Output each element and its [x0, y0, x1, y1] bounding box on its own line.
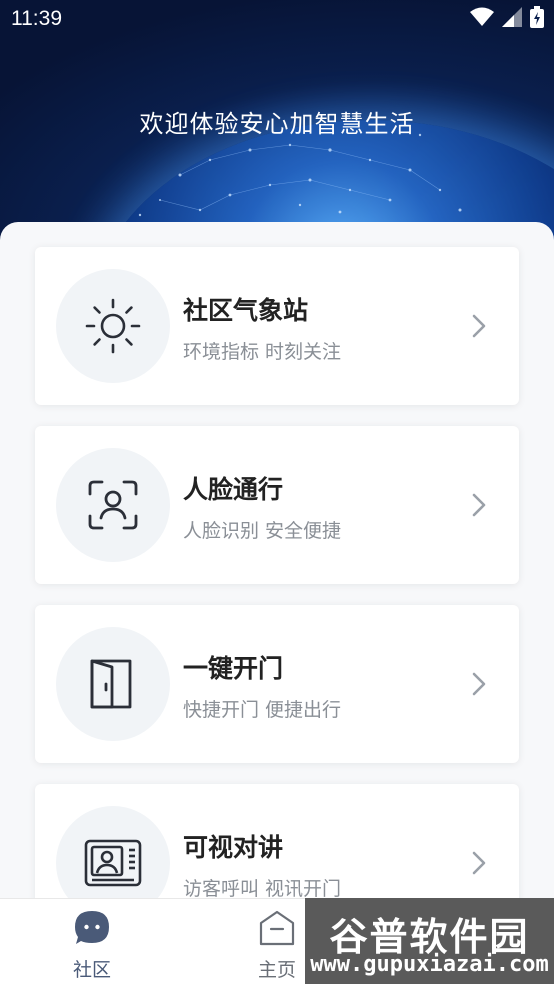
chevron-right-icon: [472, 314, 486, 338]
battery-icon: [530, 6, 544, 28]
chevron-right-icon: [472, 851, 486, 875]
chat-bubble-icon: [75, 911, 109, 944]
tab-community[interactable]: 社区: [52, 909, 132, 982]
status-bar: 11:39: [0, 0, 554, 38]
welcome-text: 欢迎体验安心加智慧生活: [139, 110, 415, 138]
card-one-key-open[interactable]: 一键开门 快捷开门 便捷出行: [35, 605, 519, 763]
face-scan-icon: [88, 480, 138, 530]
icon-circle: [56, 269, 170, 383]
card-face-access[interactable]: 人脸通行 人脸识别 安全便捷: [35, 426, 519, 584]
card-title: 一键开门: [183, 654, 284, 683]
door-icon: [90, 659, 132, 709]
chevron-right-icon: [472, 672, 486, 696]
card-weather-station[interactable]: 社区气象站 环境指标 时刻关注: [35, 247, 519, 405]
sun-icon: [85, 298, 141, 354]
chevron-right-icon: [472, 493, 486, 517]
hero-banner: 11:39 欢迎体验安心加智慧生活: [0, 0, 554, 260]
card-subtitle: 人脸识别 安全便捷: [183, 520, 342, 542]
card-subtitle: 环境指标 时刻关注: [183, 341, 342, 363]
card-title: 可视对讲: [183, 833, 284, 862]
signal-icon: [502, 7, 522, 27]
tab-label: 社区: [72, 959, 111, 981]
feature-list: 社区气象站 环境指标 时刻关注 人脸通行 人脸识别 安全便捷 一键开门 快捷开门…: [0, 222, 554, 942]
icon-circle: [56, 448, 170, 562]
icon-circle: [56, 627, 170, 741]
card-subtitle: 快捷开门 便捷出行: [183, 699, 342, 721]
wifi-icon: [470, 7, 494, 26]
site-watermark: 谷普软件园 www.gupuxiazai.com: [305, 898, 554, 984]
card-title: 社区气象站: [183, 296, 309, 325]
status-time: 11:39: [11, 7, 62, 30]
video-intercom-icon: [84, 839, 142, 887]
card-title: 人脸通行: [183, 475, 284, 504]
watermark-url: www.gupuxiazai.com: [310, 952, 549, 977]
home-icon: [259, 910, 295, 946]
card-subtitle: 访客呼叫 视讯开门: [183, 878, 342, 900]
